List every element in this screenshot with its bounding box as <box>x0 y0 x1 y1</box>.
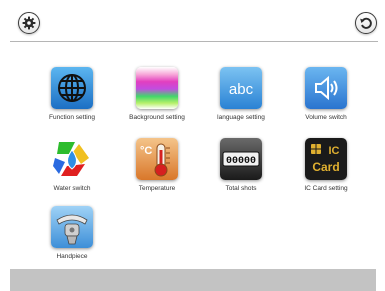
handpiece-tile[interactable]: Handpiece <box>30 206 114 270</box>
thermometer-icon: °C <box>136 138 178 180</box>
refresh-back-icon <box>360 17 372 29</box>
color-bands-icon <box>136 67 178 109</box>
background-setting-tile[interactable]: Background setting <box>115 67 199 131</box>
volume-switch-tile[interactable]: Volume switch <box>284 67 368 131</box>
settings-button[interactable] <box>18 12 40 34</box>
back-button[interactable] <box>355 12 377 34</box>
ic-card-setting-label: IC Card setting <box>304 185 348 192</box>
background-setting-label: Background setting <box>129 114 185 121</box>
recycle-water-icon <box>51 138 93 180</box>
function-setting-label: Function setting <box>49 114 95 121</box>
counter-icon: 00000 <box>220 138 262 180</box>
temperature-tile[interactable]: °C Temperature <box>115 138 199 202</box>
abc-icon: abc <box>220 67 262 109</box>
handpiece-label: Handpiece <box>56 253 88 260</box>
counter-text: 00000 <box>226 156 256 167</box>
total-shots-tile[interactable]: 00000 Total shots <box>199 138 283 202</box>
ic-card-setting-tile[interactable]: IC Card IC Card setting <box>284 138 368 202</box>
globe-icon <box>51 67 93 109</box>
speaker-icon <box>305 67 347 109</box>
abc-text: abc <box>229 81 254 98</box>
volume-switch-label: Volume switch <box>305 114 347 121</box>
water-switch-tile[interactable]: Water switch <box>30 138 114 202</box>
water-switch-label: Water switch <box>53 185 91 192</box>
gear-icon <box>22 16 36 30</box>
header-divider <box>10 41 378 42</box>
language-setting-tile[interactable]: abc language setting <box>199 67 283 131</box>
footer-bar <box>10 269 376 291</box>
temperature-label: Temperature <box>138 185 176 192</box>
ic-text: IC <box>329 145 340 157</box>
function-setting-tile[interactable]: Function setting <box>30 67 114 131</box>
ic-card-icon: IC Card <box>305 138 347 180</box>
handpiece-icon <box>51 206 93 248</box>
total-shots-label: Total shots <box>225 185 257 192</box>
language-setting-label: language setting <box>217 114 265 121</box>
card-text: Card <box>312 160 339 174</box>
celsius-text: °C <box>140 145 152 157</box>
